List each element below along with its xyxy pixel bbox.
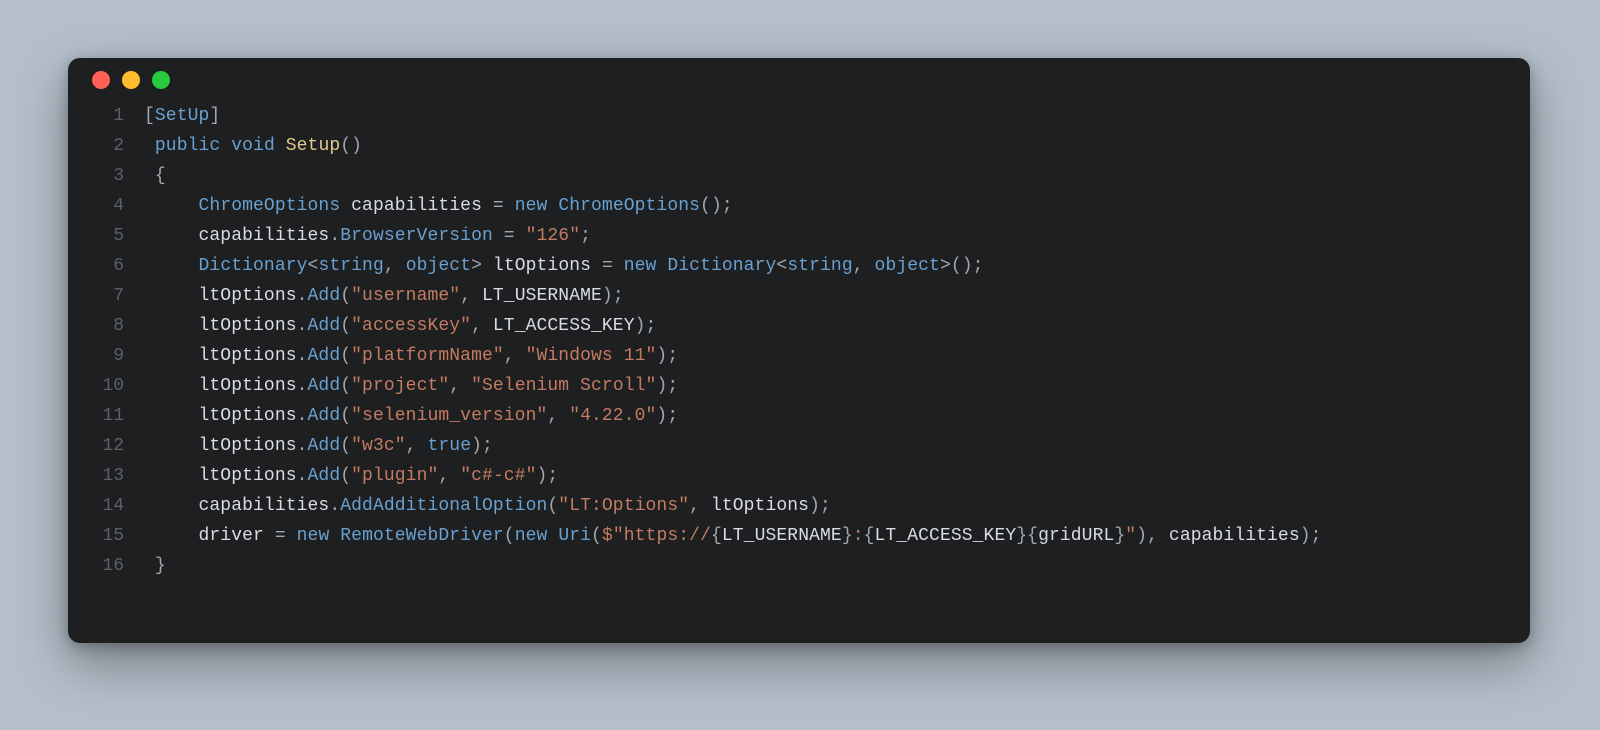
code-line[interactable]: 16 } xyxy=(68,556,1530,586)
code-content[interactable]: capabilities.BrowserVersion = "126"; xyxy=(144,226,591,246)
line-number: 7 xyxy=(68,286,144,306)
code-line[interactable]: 6 Dictionary<string, object> ltOptions =… xyxy=(68,256,1530,286)
line-number: 5 xyxy=(68,226,144,246)
line-number: 10 xyxy=(68,376,144,396)
line-number: 1 xyxy=(68,106,144,126)
line-number: 2 xyxy=(68,136,144,156)
code-line[interactable]: 1[SetUp] xyxy=(68,106,1530,136)
line-number: 15 xyxy=(68,526,144,546)
line-number: 11 xyxy=(68,406,144,426)
code-content[interactable]: ltOptions.Add("w3c", true); xyxy=(144,436,493,456)
close-traffic-light-icon[interactable] xyxy=(92,71,110,89)
code-content[interactable]: Dictionary<string, object> ltOptions = n… xyxy=(144,256,984,276)
code-content[interactable]: ltOptions.Add("selenium_version", "4.22.… xyxy=(144,406,678,426)
code-line[interactable]: 15 driver = new RemoteWebDriver(new Uri(… xyxy=(68,526,1530,556)
code-content[interactable]: ltOptions.Add("accessKey", LT_ACCESS_KEY… xyxy=(144,316,656,336)
code-line[interactable]: 4 ChromeOptions capabilities = new Chrom… xyxy=(68,196,1530,226)
code-area[interactable]: 1[SetUp]2 public void Setup()3 {4 Chrome… xyxy=(68,102,1530,586)
window-titlebar xyxy=(68,58,1530,102)
line-number: 12 xyxy=(68,436,144,456)
code-line[interactable]: 12 ltOptions.Add("w3c", true); xyxy=(68,436,1530,466)
line-number: 6 xyxy=(68,256,144,276)
line-number: 9 xyxy=(68,346,144,366)
code-line[interactable]: 9 ltOptions.Add("platformName", "Windows… xyxy=(68,346,1530,376)
code-line[interactable]: 2 public void Setup() xyxy=(68,136,1530,166)
line-number: 8 xyxy=(68,316,144,336)
code-line[interactable]: 13 ltOptions.Add("plugin", "c#-c#"); xyxy=(68,466,1530,496)
line-number: 16 xyxy=(68,556,144,576)
code-content[interactable]: [SetUp] xyxy=(144,106,220,126)
code-content[interactable]: ltOptions.Add("platformName", "Windows 1… xyxy=(144,346,678,366)
code-content[interactable]: { xyxy=(144,166,166,186)
code-line[interactable]: 14 capabilities.AddAdditionalOption("LT:… xyxy=(68,496,1530,526)
minimize-traffic-light-icon[interactable] xyxy=(122,71,140,89)
code-content[interactable]: public void Setup() xyxy=(144,136,362,156)
code-content[interactable]: capabilities.AddAdditionalOption("LT:Opt… xyxy=(144,496,831,516)
line-number: 14 xyxy=(68,496,144,516)
line-number: 13 xyxy=(68,466,144,486)
editor-window: 1[SetUp]2 public void Setup()3 {4 Chrome… xyxy=(68,58,1530,643)
code-content[interactable]: ltOptions.Add("plugin", "c#-c#"); xyxy=(144,466,558,486)
code-content[interactable]: ltOptions.Add("project", "Selenium Scrol… xyxy=(144,376,678,396)
zoom-traffic-light-icon[interactable] xyxy=(152,71,170,89)
code-line[interactable]: 10 ltOptions.Add("project", "Selenium Sc… xyxy=(68,376,1530,406)
code-content[interactable]: ChromeOptions capabilities = new ChromeO… xyxy=(144,196,733,216)
code-line[interactable]: 3 { xyxy=(68,166,1530,196)
code-content[interactable]: ltOptions.Add("username", LT_USERNAME); xyxy=(144,286,624,306)
code-content[interactable]: driver = new RemoteWebDriver(new Uri($"h… xyxy=(144,526,1322,546)
line-number: 3 xyxy=(68,166,144,186)
code-line[interactable]: 11 ltOptions.Add("selenium_version", "4.… xyxy=(68,406,1530,436)
code-line[interactable]: 7 ltOptions.Add("username", LT_USERNAME)… xyxy=(68,286,1530,316)
code-line[interactable]: 8 ltOptions.Add("accessKey", LT_ACCESS_K… xyxy=(68,316,1530,346)
code-content[interactable]: } xyxy=(144,556,166,576)
code-line[interactable]: 5 capabilities.BrowserVersion = "126"; xyxy=(68,226,1530,256)
line-number: 4 xyxy=(68,196,144,216)
